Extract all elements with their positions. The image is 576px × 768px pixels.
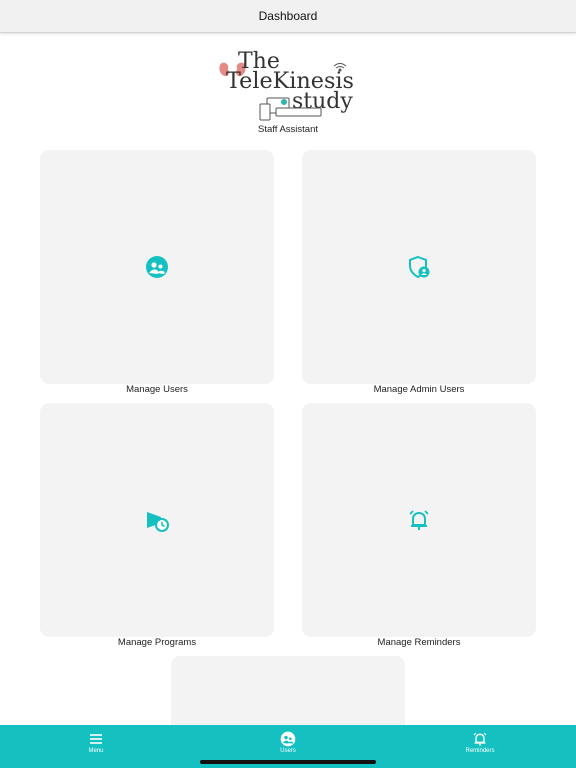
tile-manage-programs[interactable]: [40, 403, 274, 637]
tile-manage-users[interactable]: [40, 150, 274, 384]
tile-partial[interactable]: [171, 656, 405, 736]
tab-label: Menu: [88, 748, 104, 754]
tab-users[interactable]: Users: [248, 731, 328, 754]
tab-label: Users: [280, 748, 296, 754]
tab-reminders[interactable]: Reminders: [440, 731, 520, 754]
users-icon: [280, 731, 296, 747]
tile-label: Manage Admin Users: [373, 384, 465, 395]
tile-label: Manage Reminders: [377, 637, 461, 648]
home-indicator: [200, 760, 376, 764]
tab-menu[interactable]: Menu: [56, 731, 136, 754]
alarm-bell-icon: [409, 510, 429, 530]
tile-label: Manage Users: [126, 384, 188, 395]
app-subtitle: Staff Assistant: [257, 124, 319, 135]
alarm-bell-icon: [473, 732, 487, 746]
program-clock-icon: [147, 512, 169, 532]
tile-manage-admin-users[interactable]: [302, 150, 536, 384]
telekinesis-logo: The TeleKinesis study: [219, 49, 354, 121]
admin-shield-icon: [409, 255, 430, 279]
page-title: Dashboard: [258, 9, 318, 23]
navigation-bar: Dashboard: [0, 0, 576, 33]
users-icon: [146, 256, 168, 278]
tile-manage-reminders[interactable]: [302, 403, 536, 637]
menu-icon: [90, 734, 102, 744]
tile-label: Manage Programs: [117, 637, 197, 648]
tab-label: Reminders: [465, 748, 495, 754]
